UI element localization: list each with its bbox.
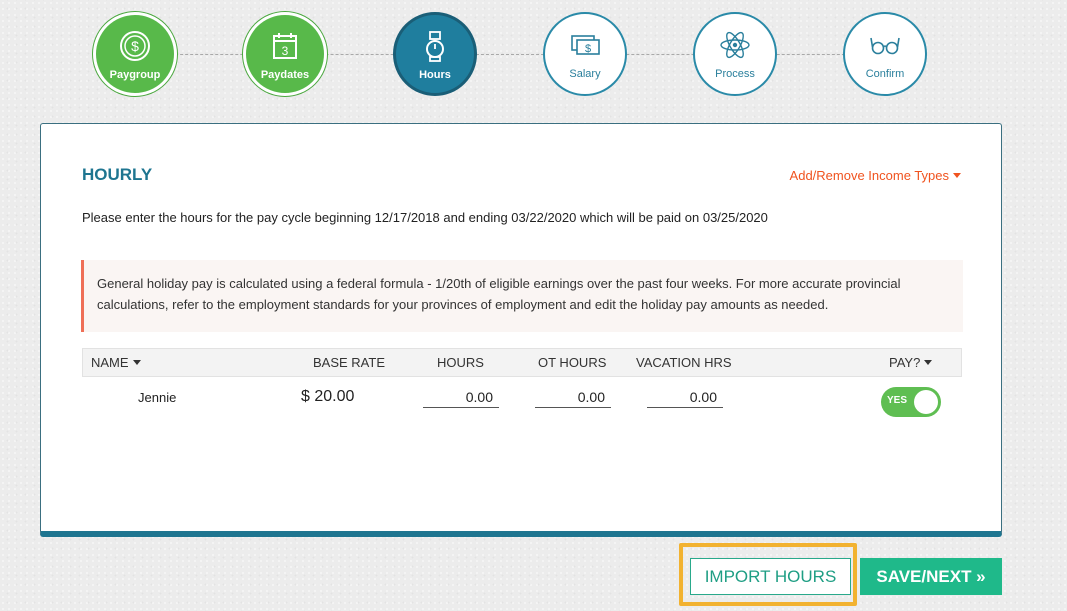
column-header-hours: HOURS (437, 355, 484, 370)
column-header-base-rate: BASE RATE (313, 355, 385, 370)
column-header-label: PAY? (889, 355, 921, 370)
calendar-icon: 3 (268, 29, 302, 63)
step-hours[interactable]: Hours (393, 12, 477, 96)
ot-hours-input[interactable] (535, 386, 611, 408)
progress-stepper: $ Paygroup 3 Paydates Hours $ Salary Pro… (0, 0, 1067, 110)
pay-toggle[interactable]: YES (881, 387, 941, 417)
money-bills-icon: $ (568, 28, 602, 62)
table-row: Jennie $ 20.00 YES (82, 377, 962, 427)
step-label: Paygroup (109, 69, 161, 81)
column-header-label: BASE RATE (313, 355, 386, 370)
stopwatch-icon (418, 29, 452, 63)
step-label: Paydates (260, 69, 310, 81)
hourly-card: HOURLY Add/Remove Income Types Please en… (40, 123, 1002, 537)
pay-toggle-label: YES (887, 395, 908, 406)
caret-down-icon (953, 173, 961, 178)
add-remove-income-types-link[interactable]: Add/Remove Income Types (790, 168, 961, 183)
toggle-knob (914, 390, 938, 414)
vacation-hrs-input[interactable] (647, 386, 723, 408)
atom-icon (718, 28, 752, 62)
step-label: Salary (569, 68, 601, 80)
glasses-icon (868, 28, 902, 62)
table-header: NAME BASE RATE HOURS OT HOURS VACATION H… (82, 348, 962, 377)
column-header-label: OT HOURS (538, 355, 607, 370)
employee-name: Jennie (138, 390, 177, 405)
step-label: Process (715, 68, 755, 80)
step-paygroup[interactable]: $ Paygroup (93, 12, 177, 96)
dollar-coin-icon: $ (118, 29, 152, 63)
svg-text:$: $ (585, 43, 591, 55)
column-header-ot-hours: OT HOURS (538, 355, 606, 370)
column-header-label: VACATION HRS (636, 355, 732, 370)
save-next-button[interactable]: SAVE/NEXT » (860, 558, 1002, 595)
section-title: HOURLY (82, 165, 153, 184)
hours-input[interactable] (423, 386, 499, 408)
sort-caret-icon (924, 360, 933, 365)
svg-text:3: 3 (282, 44, 289, 58)
step-label: Confirm (865, 68, 905, 80)
column-header-label: NAME (91, 355, 129, 370)
step-process[interactable]: Process (693, 12, 777, 96)
import-hours-button[interactable]: IMPORT HOURS (690, 558, 851, 595)
step-label: Hours (419, 69, 451, 81)
step-confirm[interactable]: Confirm (843, 12, 927, 96)
holiday-pay-notice: General holiday pay is calculated using … (81, 260, 963, 332)
sort-caret-icon (132, 360, 141, 365)
column-header-name[interactable]: NAME (91, 355, 141, 370)
add-remove-label: Add/Remove Income Types (789, 168, 949, 183)
column-header-pay[interactable]: PAY? (889, 355, 933, 370)
pay-cycle-description: Please enter the hours for the pay cycle… (82, 210, 768, 225)
column-header-vacation-hrs: VACATION HRS (636, 355, 732, 370)
step-salary[interactable]: $ Salary (543, 12, 627, 96)
column-header-label: HOURS (437, 355, 484, 370)
step-paydates[interactable]: 3 Paydates (243, 12, 327, 96)
base-rate-value: $ 20.00 (301, 388, 355, 405)
svg-text:$: $ (131, 38, 139, 54)
